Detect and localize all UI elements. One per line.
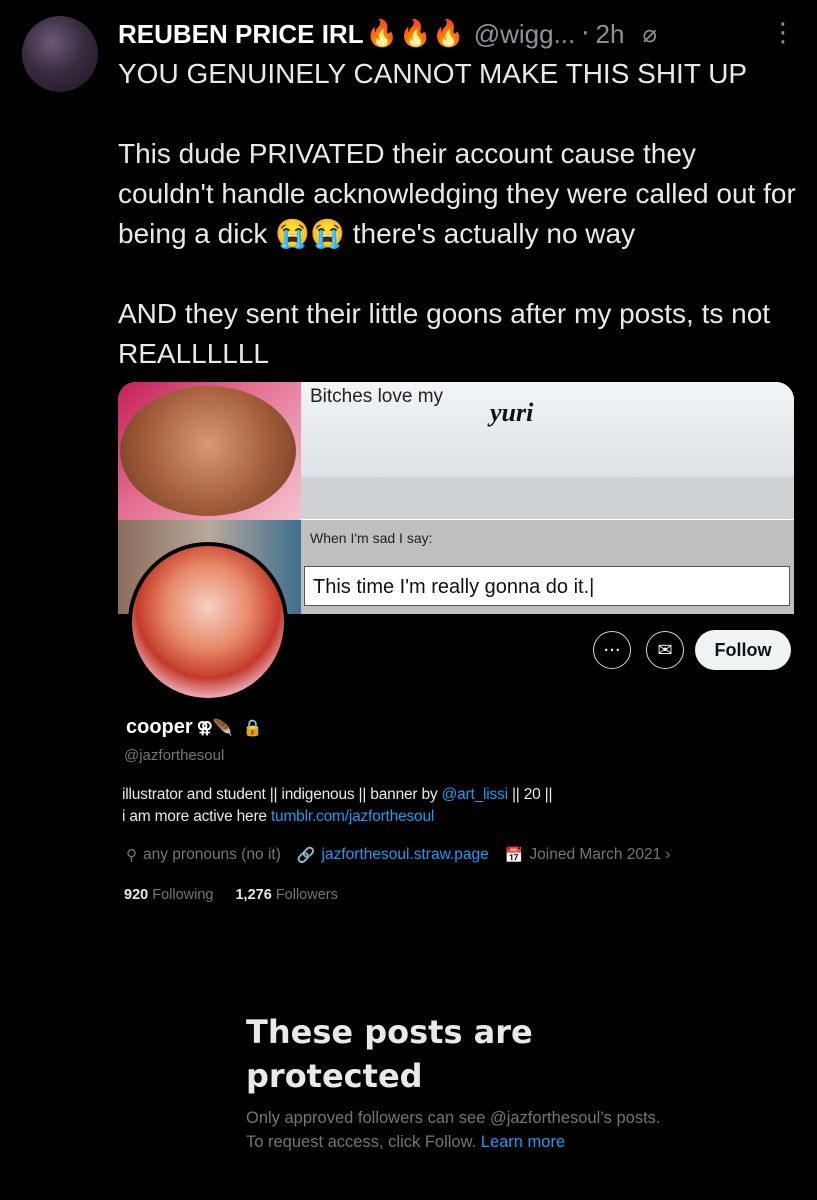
bio-mention-link[interactable]: @art_lissi bbox=[442, 786, 508, 803]
learn-more-link[interactable]: Learn more bbox=[481, 1133, 565, 1151]
tweet-line: YOU GENUINELY CANNOT MAKE THIS SHIT UP bbox=[118, 58, 748, 89]
follow-button[interactable]: Follow bbox=[695, 630, 791, 670]
banner-yuri-text: yuri bbox=[490, 398, 534, 427]
banner-top-text: Bitches love my bbox=[310, 386, 444, 407]
calendar-icon: 📅 bbox=[504, 847, 524, 864]
author-avatar[interactable] bbox=[22, 16, 98, 92]
protected-message: Only approved followers can see @jazfort… bbox=[246, 1106, 666, 1154]
banner-sad-text: When I'm sad I say: bbox=[310, 530, 433, 546]
chevron-right-icon[interactable]: › bbox=[665, 846, 670, 864]
profile-bio: illustrator and student || indigenous ||… bbox=[122, 784, 762, 828]
followers-stat[interactable]: 1,276 Followers bbox=[235, 887, 337, 903]
more-options-icon[interactable]: ⋮ bbox=[770, 18, 796, 48]
attached-image[interactable]: Bitches love my yuri When I'm sad I say:… bbox=[118, 382, 794, 1200]
profile-meta: ⚲ any pronouns (no it) 🔗 jazforthesoul.s… bbox=[126, 846, 786, 864]
message-button[interactable]: ✉ bbox=[646, 631, 684, 669]
author-handle[interactable]: @wigg... bbox=[474, 19, 576, 50]
protected-text: Only approved followers can see @jazfort… bbox=[246, 1109, 661, 1151]
grok-icon[interactable]: ⌀ bbox=[642, 20, 656, 48]
more-options-button[interactable]: ··· bbox=[593, 631, 631, 669]
tweet-line: AND they sent their little goons after m… bbox=[118, 298, 771, 369]
author-name[interactable]: REUBEN PRICE IRL bbox=[118, 19, 364, 50]
envelope-icon: ✉ bbox=[657, 639, 673, 661]
followers-label: Followers bbox=[275, 887, 338, 903]
following-label: Following bbox=[152, 887, 214, 903]
bio-text: illustrator and student || indigenous ||… bbox=[122, 786, 442, 803]
tweet-header: REUBEN PRICE IRL 🔥🔥🔥 @wigg... · 2h ⌀ ⋮ bbox=[118, 14, 798, 54]
profile-stats: 920 Following 1,276 Followers bbox=[124, 887, 338, 903]
post-time[interactable]: 2h bbox=[596, 19, 625, 50]
profile-name: cooper ⚢🪶 🔒 bbox=[126, 716, 263, 739]
header-separator: · bbox=[581, 19, 590, 49]
profile-handle: @jazforthesoul bbox=[124, 747, 225, 764]
profile-location: any pronouns (no it) bbox=[143, 846, 281, 863]
bio-text: i am more active here bbox=[122, 808, 271, 825]
followers-count: 1,276 bbox=[235, 887, 272, 903]
following-stat[interactable]: 920 Following bbox=[124, 887, 213, 903]
author-name-emoji: 🔥🔥🔥 bbox=[365, 19, 466, 49]
profile-display-name: cooper bbox=[126, 716, 193, 738]
bio-text: || 20 || bbox=[507, 786, 553, 803]
protected-title: These posts are protected bbox=[246, 1013, 533, 1095]
lock-icon: 🔒 bbox=[242, 719, 263, 737]
banner-character-image bbox=[118, 382, 301, 520]
link-icon: 🔗 bbox=[296, 847, 316, 864]
tweet-text: YOU GENUINELY CANNOT MAKE THIS SHIT UP T… bbox=[118, 54, 798, 374]
profile-website-link[interactable]: jazforthesoul.straw.page bbox=[322, 846, 489, 864]
profile-joined: Joined March 2021 bbox=[529, 846, 662, 863]
more-dots-icon: ··· bbox=[603, 639, 621, 661]
profile-name-emoji: ⚢🪶 bbox=[196, 719, 233, 737]
profile-avatar[interactable] bbox=[128, 542, 288, 702]
following-count: 920 bbox=[124, 887, 149, 903]
tweet-line: This dude PRIVATED their account cause t… bbox=[118, 138, 796, 249]
bio-tumblr-link[interactable]: tumblr.com/jazforthesoul bbox=[271, 808, 434, 825]
location-icon: ⚲ bbox=[126, 847, 137, 864]
banner-input-text: This time I'm really gonna do it.| bbox=[304, 566, 790, 606]
